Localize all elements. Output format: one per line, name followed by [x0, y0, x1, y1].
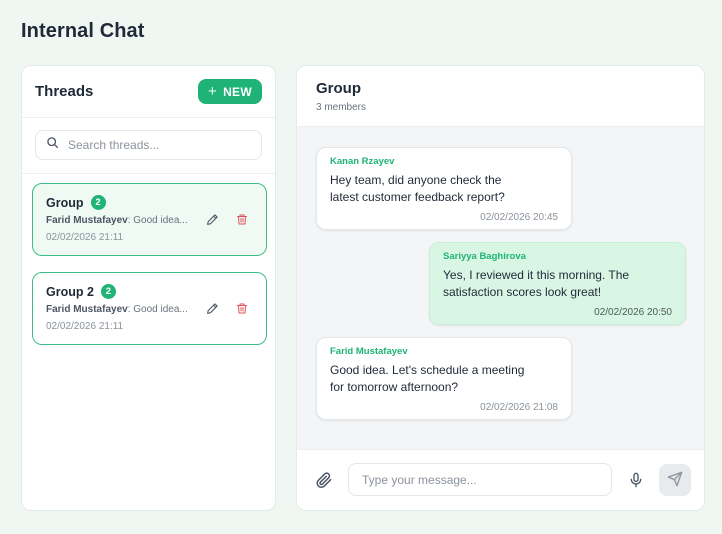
preview-text: : Good idea...	[127, 215, 188, 226]
new-thread-label: NEW	[223, 84, 252, 99]
threads-title: Threads	[35, 83, 94, 100]
plus-icon: +	[208, 82, 218, 100]
chat-header: Group 3 members	[297, 66, 704, 127]
preview-sender: Farid Mustafayev	[46, 215, 128, 226]
message-bubble: Farid Mustafayev Good idea. Let's schedu…	[316, 337, 572, 420]
thread-name-row: Group 2 2	[46, 284, 254, 299]
trash-icon[interactable]	[236, 302, 248, 320]
message-bubble: Sariyya Baghirova Yes, I reviewed it thi…	[429, 242, 686, 325]
thread-timestamp: 02/02/2026 21:11	[46, 321, 124, 332]
thread-name: Group 2	[46, 284, 94, 299]
send-icon	[667, 471, 683, 490]
app-title: Internal Chat	[21, 20, 145, 42]
trash-icon[interactable]	[236, 213, 248, 231]
thread-actions	[206, 302, 248, 320]
preview-sender: Farid Mustafayev	[46, 304, 128, 315]
thread-item[interactable]: Group 2 Farid Mustafayev: Good idea... 0…	[32, 183, 267, 256]
microphone-icon[interactable]	[628, 471, 644, 489]
message-timestamp: 02/02/2026 20:45	[480, 212, 558, 223]
thread-name: Group	[46, 195, 84, 210]
thread-search-box[interactable]	[35, 130, 262, 160]
thread-search-area	[22, 118, 275, 174]
message-text: Good idea. Let's schedule a meeting for …	[330, 363, 525, 394]
thread-item[interactable]: Group 2 2 Farid Mustafayev: Good idea...…	[32, 272, 267, 345]
new-thread-button[interactable]: + NEW	[198, 79, 262, 104]
thread-name-row: Group 2	[46, 195, 254, 210]
message-timestamp: 02/02/2026 21:08	[480, 402, 558, 413]
threads-header: Threads + NEW	[22, 66, 275, 118]
paperclip-icon[interactable]	[315, 471, 333, 489]
thread-timestamp: 02/02/2026 21:11	[46, 232, 124, 243]
pencil-icon[interactable]	[206, 302, 219, 320]
pencil-icon[interactable]	[206, 213, 219, 231]
message-timestamp: 02/02/2026 20:50	[594, 307, 672, 318]
message-sender: Kanan Rzayev	[330, 156, 395, 167]
message-bubble: Kanan Rzayev Hey team, did anyone check …	[316, 147, 572, 230]
thread-search-input[interactable]	[68, 138, 248, 152]
member-count: 3 members	[316, 102, 367, 113]
threads-panel: Threads + NEW Group 2 Farid Mustafayev: …	[21, 65, 276, 511]
chat-title: Group	[316, 80, 361, 97]
message-list: Kanan Rzayev Hey team, did anyone check …	[297, 127, 704, 451]
unread-count-badge: 2	[90, 195, 106, 210]
thread-actions	[206, 213, 248, 231]
message-text: Yes, I reviewed it this morning. The sat…	[443, 268, 630, 299]
preview-text: : Good idea...	[127, 304, 188, 315]
search-icon	[46, 136, 59, 154]
message-sender: Farid Mustafayev	[330, 346, 408, 357]
send-button[interactable]	[659, 464, 691, 496]
message-composer	[297, 449, 704, 510]
chat-panel: Group 3 members Kanan Rzayev Hey team, d…	[296, 65, 705, 511]
message-text: Hey team, did anyone check the latest cu…	[330, 173, 505, 204]
unread-count-badge: 2	[100, 284, 116, 299]
message-sender: Sariyya Baghirova	[443, 251, 526, 262]
message-input[interactable]	[348, 463, 612, 496]
